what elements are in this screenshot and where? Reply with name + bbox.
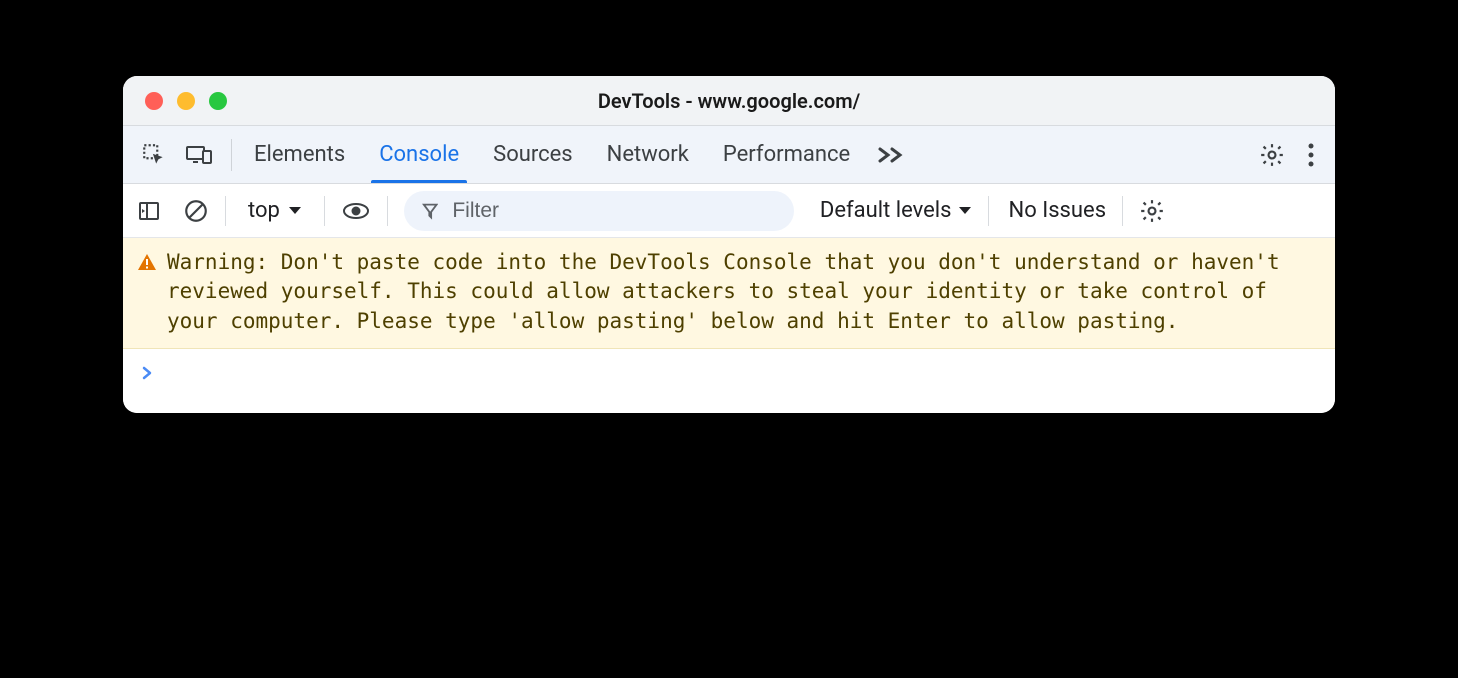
inspect-element-icon[interactable] xyxy=(141,142,167,168)
clear-console-icon[interactable] xyxy=(183,198,209,224)
minimize-window-button[interactable] xyxy=(177,92,195,110)
divider xyxy=(387,196,388,226)
more-tabs-button[interactable] xyxy=(876,145,906,165)
settings-icon[interactable] xyxy=(1259,142,1285,168)
context-selector[interactable]: top xyxy=(242,198,308,223)
tab-console[interactable]: Console xyxy=(377,126,461,183)
tab-sources[interactable]: Sources xyxy=(491,126,575,183)
toggle-sidebar-icon[interactable] xyxy=(137,199,161,223)
divider xyxy=(1122,196,1123,226)
console-toolbar: top Default levels No Issues xyxy=(123,184,1335,238)
prompt-chevron-icon xyxy=(141,361,153,385)
panel-tabs: Elements Console Sources Network Perform… xyxy=(244,126,852,183)
tab-network[interactable]: Network xyxy=(605,126,691,183)
kebab-menu-icon[interactable] xyxy=(1307,142,1315,168)
tabbar: Elements Console Sources Network Perform… xyxy=(123,126,1335,184)
context-label: top xyxy=(248,198,280,223)
devtools-window: DevTools - www.google.com/ Elements Con xyxy=(123,76,1335,413)
tab-performance[interactable]: Performance xyxy=(721,126,852,183)
divider xyxy=(324,196,325,226)
divider xyxy=(988,196,989,226)
tab-elements[interactable]: Elements xyxy=(252,126,347,183)
warning-text: Warning: Don't paste code into the DevTo… xyxy=(167,248,1317,336)
live-expression-icon[interactable] xyxy=(341,200,371,222)
filter-icon xyxy=(422,202,438,220)
console-settings-icon[interactable] xyxy=(1139,198,1165,224)
divider xyxy=(231,139,232,171)
console-body: Warning: Don't paste code into the DevTo… xyxy=(123,238,1335,413)
chevron-down-icon xyxy=(958,206,972,216)
issues-label[interactable]: No Issues xyxy=(1009,198,1107,223)
filter-box xyxy=(404,191,794,231)
filter-input[interactable] xyxy=(452,199,776,223)
window-title: DevTools - www.google.com/ xyxy=(123,89,1335,113)
levels-label: Default levels xyxy=(820,198,952,223)
titlebar: DevTools - www.google.com/ xyxy=(123,76,1335,126)
chevron-down-icon xyxy=(288,206,302,216)
warning-icon xyxy=(137,252,157,276)
divider xyxy=(225,196,226,226)
maximize-window-button[interactable] xyxy=(209,92,227,110)
close-window-button[interactable] xyxy=(145,92,163,110)
device-toolbar-icon[interactable] xyxy=(185,143,213,167)
traffic-lights xyxy=(123,92,227,110)
console-warning-row: Warning: Don't paste code into the DevTo… xyxy=(123,238,1335,349)
log-levels-selector[interactable]: Default levels xyxy=(820,198,972,223)
console-prompt-row[interactable] xyxy=(123,349,1335,413)
